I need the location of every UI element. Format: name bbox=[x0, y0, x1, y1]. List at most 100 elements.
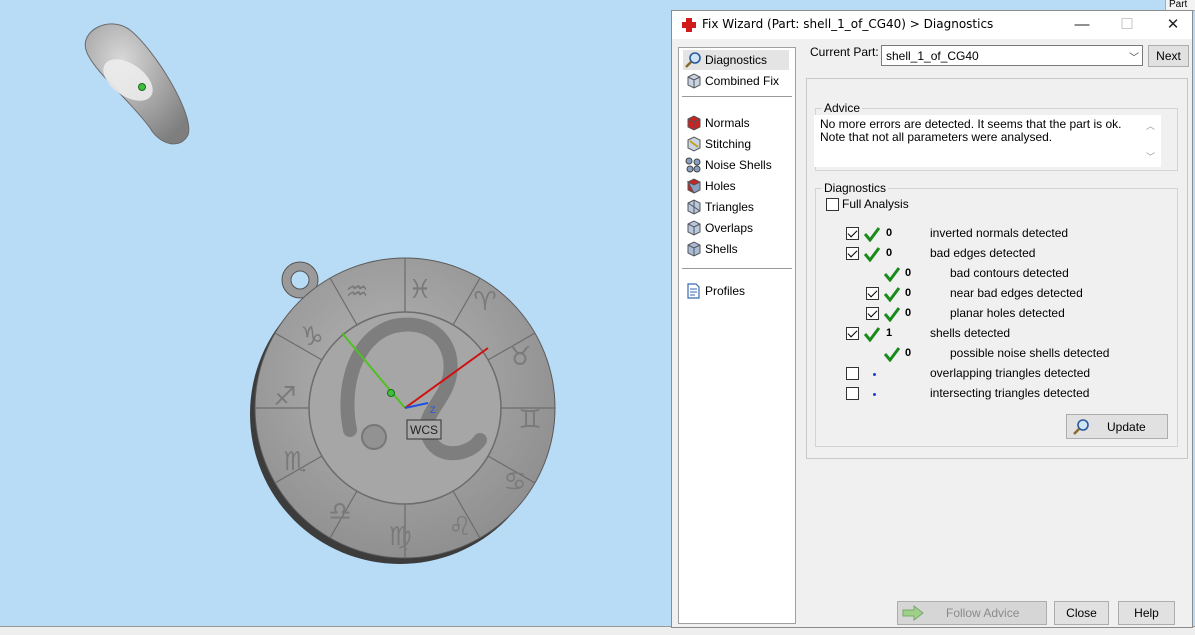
noise-shells-label: possible noise shells detected bbox=[950, 346, 1110, 360]
green-check-icon bbox=[884, 347, 900, 362]
fix-wizard-dialog: Fix Wizard (Part: shell_1_of_CG40) > Dia… bbox=[671, 10, 1193, 628]
diagnostics-group-title: Diagnostics bbox=[822, 181, 889, 195]
arrow-right-icon bbox=[902, 605, 924, 621]
overlapping-triangles-checkbox[interactable] bbox=[846, 367, 859, 380]
nav-item-label: Normals bbox=[705, 116, 750, 130]
green-check-icon bbox=[864, 327, 880, 342]
dialog-title: Fix Wizard (Part: shell_1_of_CG40) > Dia… bbox=[702, 17, 994, 31]
svg-text:♋: ♋ bbox=[503, 467, 526, 497]
scene-canvas: ♓ ♈ ♉ ♊ ♋ ♌ ♍ ♎ ♏ ♐♑ ♒ WCS Z bbox=[84, 23, 556, 564]
scroll-down-icon[interactable]: ﹀ bbox=[1146, 150, 1155, 163]
nav-item-holes[interactable]: Holes bbox=[683, 176, 736, 196]
nav-item-label: Combined Fix bbox=[705, 74, 780, 88]
stitching-icon bbox=[687, 136, 701, 152]
svg-text:♉: ♉ bbox=[508, 342, 531, 372]
nav-item-normals[interactable]: Normals bbox=[683, 113, 750, 133]
close-button[interactable]: Close bbox=[1054, 601, 1109, 625]
teardrop-part[interactable] bbox=[84, 23, 190, 145]
current-part-value: shell_1_of_CG40 bbox=[886, 49, 979, 63]
red-cross-icon bbox=[682, 18, 696, 32]
pending-dot-icon bbox=[873, 393, 876, 396]
wizard-nav: Diagnostics Combined Fix Normals Stitchi… bbox=[678, 47, 796, 624]
shells-icon bbox=[687, 241, 701, 257]
svg-text:♑: ♑ bbox=[300, 322, 323, 352]
triangles-icon bbox=[687, 199, 701, 215]
green-check-icon bbox=[864, 247, 880, 262]
green-check-icon bbox=[884, 307, 900, 322]
update-button-label: Update bbox=[1107, 420, 1146, 434]
nav-item-profiles[interactable]: Profiles bbox=[683, 281, 745, 301]
shells-checkbox[interactable] bbox=[846, 327, 859, 340]
cube-icon bbox=[687, 73, 701, 89]
nav-item-label: Diagnostics bbox=[705, 53, 768, 67]
holes-icon bbox=[686, 178, 701, 194]
nav-item-label: Noise Shells bbox=[705, 158, 772, 172]
nav-item-triangles[interactable]: Triangles bbox=[683, 197, 754, 217]
magnifier-icon bbox=[685, 52, 701, 68]
nav-item-stitching[interactable]: Stitching bbox=[683, 134, 751, 154]
nav-divider bbox=[682, 268, 792, 269]
nav-item-label: Shells bbox=[705, 242, 738, 256]
nav-item-label: Holes bbox=[705, 179, 736, 193]
overlapping-triangles-label: overlapping triangles detected bbox=[930, 366, 1091, 380]
near-bad-edges-count: 0 bbox=[905, 287, 912, 299]
shells-label: shells detected bbox=[930, 326, 1011, 340]
nav-item-label: Triangles bbox=[705, 200, 754, 214]
current-part-select[interactable]: shell_1_of_CG40 ﹀ bbox=[881, 45, 1143, 66]
full-analysis-checkbox[interactable] bbox=[826, 198, 839, 211]
svg-text:♒: ♒ bbox=[345, 277, 368, 307]
svg-text:♍: ♍ bbox=[388, 522, 411, 552]
inverted-normals-label: inverted normals detected bbox=[930, 226, 1069, 240]
overlaps-icon bbox=[687, 220, 701, 236]
follow-advice-button[interactable]: Follow Advice bbox=[897, 601, 1047, 625]
nav-item-shells[interactable]: Shells bbox=[683, 239, 738, 259]
maximize-button[interactable]: ☐ bbox=[1107, 13, 1147, 37]
svg-text:♐: ♐ bbox=[273, 382, 296, 412]
inverted-normals-count: 0 bbox=[886, 227, 893, 239]
nav-item-label: Stitching bbox=[705, 137, 752, 151]
axis-z-label: Z bbox=[430, 405, 436, 415]
bad-edges-count: 0 bbox=[886, 247, 893, 259]
nav-item-label: Overlaps bbox=[705, 221, 754, 235]
update-button[interactable]: Update bbox=[1066, 414, 1168, 439]
intersecting-triangles-checkbox[interactable] bbox=[846, 387, 859, 400]
advice-text: No more errors are detected. It seems th… bbox=[820, 117, 1122, 144]
nav-item-combined-fix[interactable]: Combined Fix bbox=[683, 71, 779, 91]
nav-item-overlaps[interactable]: Overlaps bbox=[683, 218, 753, 238]
near-bad-edges-checkbox[interactable] bbox=[866, 287, 879, 300]
bad-edges-checkbox[interactable] bbox=[846, 247, 859, 260]
minimize-button[interactable]: — bbox=[1062, 13, 1102, 37]
pending-dot-icon bbox=[873, 373, 876, 376]
magnifier-icon bbox=[1073, 419, 1089, 435]
green-check-icon bbox=[884, 267, 900, 282]
follow-advice-label: Follow Advice bbox=[946, 606, 1020, 620]
bad-edges-label: bad edges detected bbox=[930, 246, 1036, 260]
3d-viewport[interactable]: ♓ ♈ ♉ ♊ ♋ ♌ ♍ ♎ ♏ ♐ ♑ ♒ WCS Z bbox=[0, 0, 672, 634]
nav-item-diagnostics[interactable]: Diagnostics bbox=[683, 50, 789, 70]
nav-divider bbox=[682, 96, 792, 97]
document-icon bbox=[687, 283, 700, 299]
inverted-normals-checkbox[interactable] bbox=[846, 227, 859, 240]
full-analysis-label: Full Analysis bbox=[842, 197, 909, 211]
near-bad-edges-label: near bad edges detected bbox=[950, 286, 1083, 300]
current-part-label: Current Part: bbox=[810, 45, 879, 59]
nav-item-label: Profiles bbox=[705, 284, 746, 298]
close-window-button[interactable]: ✕ bbox=[1153, 13, 1193, 37]
nav-item-noise-shells[interactable]: Noise Shells bbox=[683, 155, 772, 175]
intersecting-triangles-label: intersecting triangles detected bbox=[930, 386, 1090, 400]
svg-text:♓: ♓ bbox=[408, 275, 431, 305]
help-button[interactable]: Help bbox=[1118, 601, 1175, 625]
title-bar[interactable]: Fix Wizard (Part: shell_1_of_CG40) > Dia… bbox=[672, 11, 1192, 39]
next-button[interactable]: Next bbox=[1148, 45, 1189, 67]
svg-text:♈: ♈ bbox=[473, 287, 496, 317]
red-cube-icon bbox=[687, 115, 701, 131]
svg-text:♊: ♊ bbox=[518, 405, 541, 435]
scroll-up-icon[interactable]: ︿ bbox=[1146, 119, 1155, 132]
svg-text:♌: ♌ bbox=[448, 512, 471, 542]
noise-shells-icon bbox=[685, 157, 701, 173]
zodiac-pendant-part[interactable]: ♓ ♈ ♉ ♊ ♋ ♌ ♍ ♎ ♏ ♐♑ ♒ bbox=[250, 257, 556, 564]
advice-textbox[interactable]: No more errors are detected. It seems th… bbox=[814, 115, 1161, 167]
green-check-icon bbox=[884, 287, 900, 302]
green-check-icon bbox=[864, 227, 880, 242]
planar-holes-checkbox[interactable] bbox=[866, 307, 879, 320]
